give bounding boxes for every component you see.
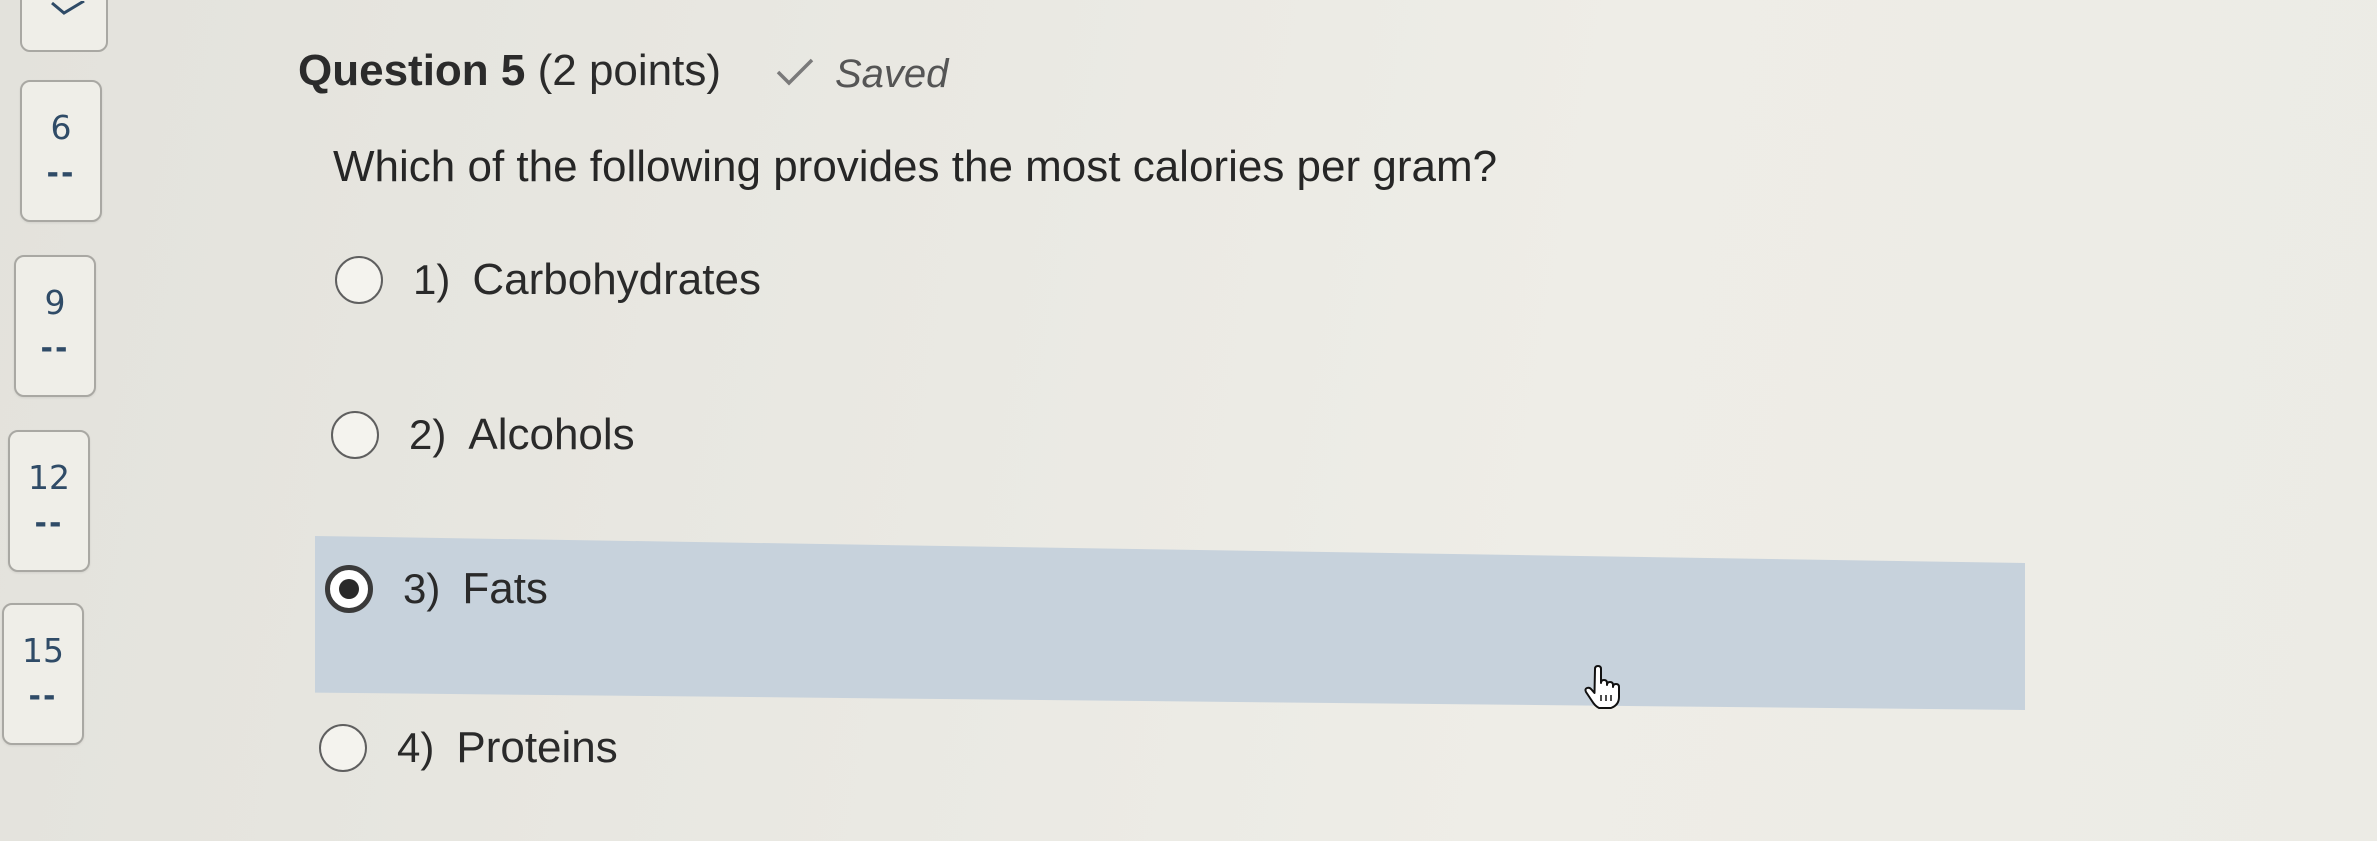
nav-card-question-15[interactable]: 15 -- bbox=[2, 603, 84, 745]
option-number: 4) bbox=[397, 724, 435, 771]
radio-button[interactable] bbox=[331, 411, 379, 459]
radio-button-selected[interactable] bbox=[325, 565, 373, 613]
nav-card-number: 9 bbox=[44, 283, 66, 322]
option-label: Proteins bbox=[456, 723, 618, 772]
question-title: Question 5 (2 points) bbox=[298, 46, 721, 96]
nav-card-status: -- bbox=[34, 506, 64, 541]
nav-card-question-6[interactable]: 6 -- bbox=[20, 80, 102, 222]
nav-card-status: -- bbox=[46, 156, 76, 191]
nav-card-number: 6 bbox=[50, 108, 72, 147]
question-points: (2 points) bbox=[537, 46, 722, 95]
option-proteins[interactable]: 4) Proteins bbox=[319, 723, 618, 773]
option-alcohols[interactable]: 2) Alcohols bbox=[331, 410, 635, 460]
nav-card-status: -- bbox=[40, 331, 70, 366]
option-fats[interactable]: 3) Fats bbox=[325, 564, 548, 614]
option-label: Alcohols bbox=[468, 410, 635, 459]
checkmark-icon bbox=[775, 52, 815, 97]
saved-status: Saved bbox=[775, 52, 948, 97]
option-label: Fats bbox=[462, 564, 548, 613]
radio-button[interactable] bbox=[335, 256, 383, 304]
nav-card-question-12[interactable]: 12 -- bbox=[8, 430, 90, 572]
nav-card-number: 15 bbox=[22, 631, 64, 670]
radio-button[interactable] bbox=[319, 724, 367, 772]
selected-option-highlight bbox=[315, 536, 2025, 710]
hand-pointer-icon bbox=[1583, 665, 1623, 713]
nav-card-previous[interactable] bbox=[20, 0, 108, 52]
option-number: 1) bbox=[413, 256, 451, 303]
nav-card-status: -- bbox=[28, 679, 58, 714]
question-label: Question 5 bbox=[298, 46, 526, 95]
option-carbohydrates[interactable]: 1) Carbohydrates bbox=[335, 255, 761, 305]
checkmark-icon bbox=[50, 0, 86, 19]
saved-label: Saved bbox=[835, 52, 949, 96]
option-number: 2) bbox=[409, 411, 447, 458]
nav-card-question-9[interactable]: 9 -- bbox=[14, 255, 96, 397]
nav-card-number: 12 bbox=[28, 458, 70, 497]
question-text: Which of the following provides the most… bbox=[333, 142, 1498, 191]
option-label: Carbohydrates bbox=[472, 255, 761, 304]
option-number: 3) bbox=[403, 565, 441, 612]
